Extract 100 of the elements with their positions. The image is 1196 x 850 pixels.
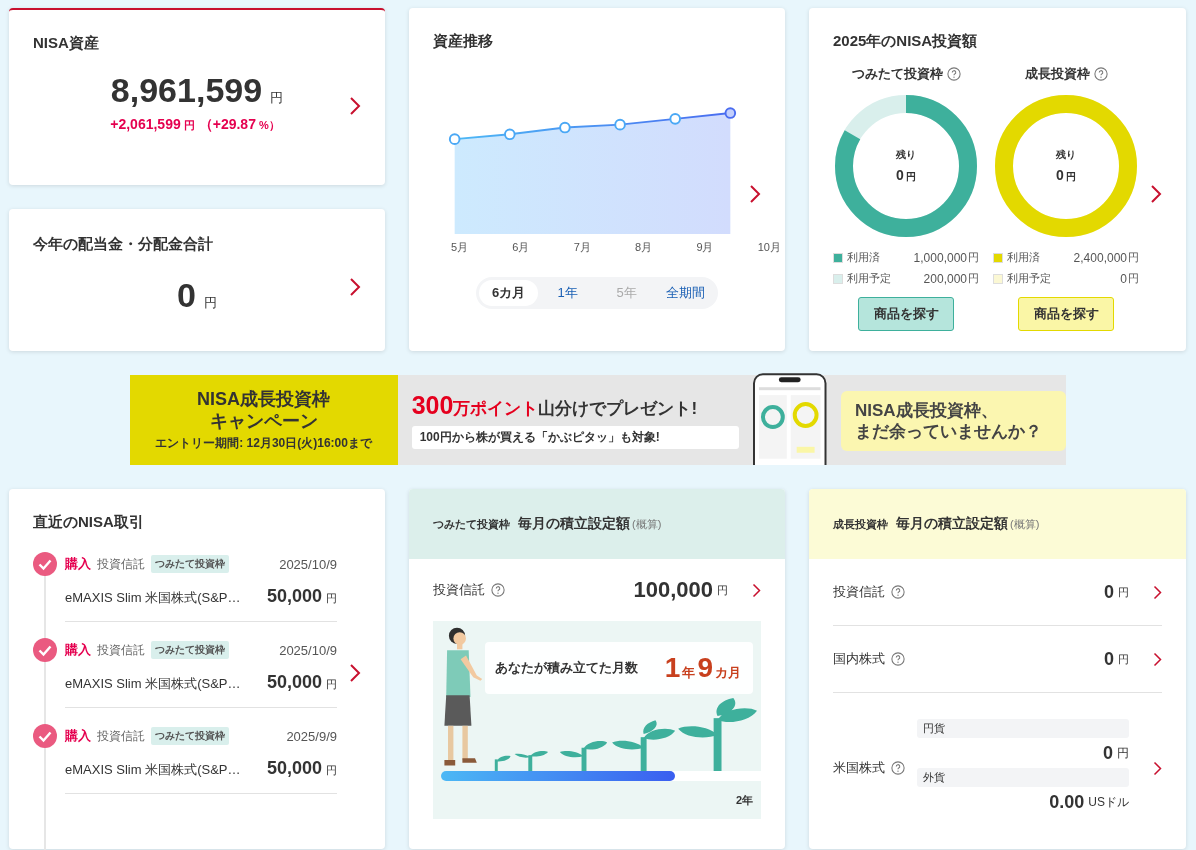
yen-unit: 円 [203, 294, 217, 312]
banner-title: キャンペーン [209, 410, 318, 432]
chevron-right-icon[interactable] [1153, 584, 1162, 600]
chevron-right-icon[interactable] [749, 184, 761, 204]
help-icon[interactable] [491, 583, 505, 597]
chevron-right-icon[interactable] [349, 663, 361, 683]
estimate-note: (概算) [632, 516, 662, 532]
trade-amount: 50,000 [266, 586, 322, 607]
remaining-label: 残り [896, 148, 916, 162]
monthly-amount: 0 [1103, 742, 1113, 764]
check-icon [33, 552, 57, 576]
bubble-text: まだ余っていませんか？ [854, 421, 1043, 442]
frame-name: つみたて投資枠 [433, 516, 510, 532]
monthly-amount: 0 [1104, 581, 1114, 603]
frame-name: 成長投資枠 [1024, 65, 1090, 83]
chevron-right-icon[interactable] [349, 277, 361, 297]
chevron-right-icon[interactable] [752, 582, 761, 598]
recent-trades-card[interactable]: 直近のNISA取引 購入 投資信託 つみたて投資枠 2025/10/9 eMAXIS Slim 米国株式(S&P… 50,000 円 購入 投資信託 つみたて投資枠 2025/10/9 eMAXIS Slim 米国株式(S&P… 50,000 円 購入 投資信託 つみたて投資枠 2025/9/9 eMAXIS Slim 米国株式(S&P… 50,000 円 [9, 489, 385, 849]
yen-unit: 円 [968, 271, 979, 286]
data-point [448, 133, 461, 145]
yen-unit: 円 [183, 118, 195, 133]
help-icon[interactable] [891, 652, 905, 666]
goal-label: 2年 [735, 792, 753, 808]
help-icon[interactable] [1093, 67, 1108, 81]
legend-label: 利用済 [1007, 250, 1041, 265]
frame-name: 成長投資枠 [833, 516, 888, 532]
gain-amount: +2,061,599 [110, 116, 181, 132]
help-icon[interactable] [891, 585, 905, 599]
remaining-amount: 0 [896, 167, 904, 183]
currency-unit: 円 [1117, 744, 1129, 762]
yen-unit: 円 [1128, 271, 1139, 286]
data-point [504, 128, 516, 141]
remaining-amount: 0 [1056, 167, 1064, 183]
asset-amount: 8,961,599 [110, 71, 263, 110]
yen-unit: 円 [717, 582, 728, 598]
chevron-right-icon[interactable] [349, 96, 361, 116]
legend-value: 200,000 [923, 271, 967, 286]
bubble-text: NISA成長投資枠、 [854, 400, 999, 421]
trade-amount: 50,000 [266, 672, 322, 693]
campaign-banner[interactable]: NISA成長投資枠 キャンペーン エントリー期間: 12月30日(火)16:00まで 300万ポイント 山分けでプレゼント! 100円から株が買える「かぶピタッ」も対象! NISA成長投資枠、 まだ余っていませんか？ [129, 375, 1066, 465]
chevron-right-icon[interactable] [1153, 651, 1162, 667]
legend-value: 1,000,000 [913, 250, 967, 265]
data-point [669, 113, 681, 125]
yen-unit: 円 [1118, 584, 1129, 600]
fund-name: eMAXIS Slim 米国株式(S&P… [65, 589, 242, 607]
yen-unit: 円 [326, 591, 337, 606]
check-icon [33, 724, 57, 748]
yen-unit: 円 [1065, 171, 1076, 182]
frame-name: つみたて投資枠 [851, 65, 943, 83]
month-label: 9月 [696, 240, 714, 255]
banner-title: NISA成長投資枠 [197, 388, 331, 410]
currency-label: 円貨 [917, 719, 1129, 738]
month-label: 8月 [635, 240, 653, 255]
dividends-card[interactable]: 今年の配当金・分配金合計 0 円 [9, 209, 385, 351]
frame-tag: つみたて投資枠 [151, 555, 229, 573]
product-type: 投資信託 [97, 727, 145, 745]
month-label: 7月 [573, 240, 591, 255]
card-title: 資産推移 [433, 32, 494, 51]
trade-type: 購入 [65, 727, 91, 745]
fund-name: eMAXIS Slim 米国株式(S&P… [65, 761, 242, 779]
card-title: 毎月の積立設定額 [896, 515, 1008, 533]
yen-unit: 円 [968, 250, 979, 265]
find-products-button[interactable]: 商品を探す [858, 297, 954, 331]
period-tab[interactable]: 全期間 [656, 280, 715, 306]
month-label: 6月 [512, 240, 530, 255]
card-title: 直近のNISA取引 [33, 513, 145, 532]
help-icon[interactable] [891, 761, 905, 775]
legend-value: 0 [1120, 271, 1127, 286]
gain-percent: （+29.87 [198, 116, 256, 134]
card-title: 毎月の積立設定額 [518, 515, 630, 533]
trade-type: 購入 [65, 641, 91, 659]
product-type: 投資信託 [97, 555, 145, 573]
period-tab[interactable]: 1年 [538, 280, 597, 306]
row-label: 国内株式 [833, 650, 885, 668]
trade-date: 2025/10/9 [279, 556, 337, 572]
trade-date: 2025/10/9 [279, 642, 337, 658]
months-label: あなたが積み立てた月数 [495, 659, 638, 677]
yen-unit: 円 [1118, 651, 1129, 667]
legend-label: 利用予定 [1007, 271, 1052, 286]
check-icon [33, 638, 57, 662]
yen-unit: 円 [326, 677, 337, 692]
remaining-label: 残り [1056, 148, 1076, 162]
entry-period: エントリー期間: 12月30日(火)16:00まで [155, 435, 372, 452]
find-products-button[interactable]: 商品を探す [1018, 297, 1114, 331]
data-point [614, 118, 626, 131]
estimate-note: (概算) [1010, 516, 1040, 532]
dividend-amount: 0 [177, 276, 196, 315]
row-label: 投資信託 [833, 583, 885, 601]
month-label: 10月 [757, 240, 781, 255]
yen-unit: 円 [270, 89, 284, 107]
nisa-assets-card[interactable]: NISA資産 8,961,599 円 +2,061,599 円 （+29.87 %） [9, 8, 385, 185]
period-tab[interactable]: 6カ月 [479, 280, 538, 306]
help-icon[interactable] [946, 67, 961, 81]
yen-unit: 円 [1128, 250, 1139, 265]
chevron-right-icon[interactable] [1153, 760, 1162, 776]
chevron-right-icon[interactable] [1150, 184, 1162, 204]
row-label: 米国株式 [833, 759, 885, 777]
yen-unit: 円 [326, 763, 337, 778]
percent-unit: %） [258, 118, 280, 133]
currency-label: 外貨 [917, 768, 1129, 787]
